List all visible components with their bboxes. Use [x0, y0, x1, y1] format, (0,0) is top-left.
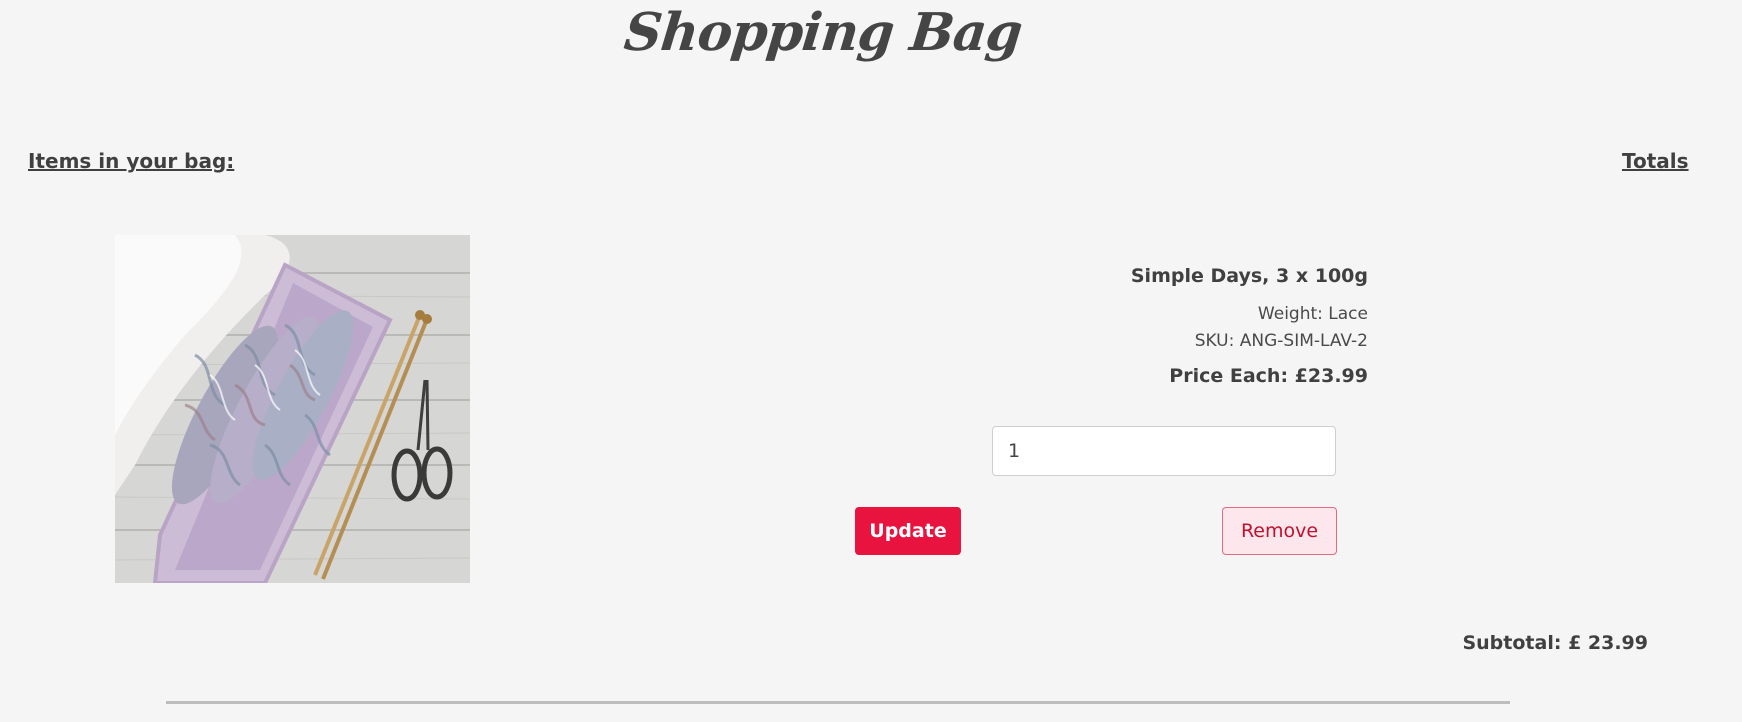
price-label: Price Each: — [1169, 365, 1289, 387]
page-title: Shopping Bag — [621, 2, 1025, 63]
weight-label: Weight: — [1257, 304, 1323, 324]
sku-value: ANG-SIM-LAV-2 — [1239, 331, 1368, 351]
shopping-bag-page: Shopping Bag Items in your bag: Totals S… — [0, 0, 1742, 722]
product-price: Price Each: £23.99 — [960, 365, 1368, 387]
product-details: Simple Days, 3 x 100g Weight: Lace SKU: … — [960, 265, 1368, 387]
quantity-input[interactable] — [992, 426, 1336, 476]
subtotal-value: £ 23.99 — [1568, 632, 1648, 654]
totals-heading: Totals — [1622, 149, 1689, 173]
product-sku: SKU: ANG-SIM-LAV-2 — [960, 328, 1368, 355]
divider — [166, 701, 1510, 704]
sku-label: SKU: — [1194, 331, 1235, 351]
subtotal: Subtotal: £ 23.99 — [1400, 632, 1648, 654]
update-button[interactable]: Update — [855, 507, 961, 555]
product-weight: Weight: Lace — [960, 301, 1368, 328]
subtotal-label: Subtotal: — [1462, 632, 1562, 654]
items-heading: Items in your bag: — [28, 149, 235, 173]
yarn-skeins-photo-icon — [115, 235, 470, 583]
remove-button[interactable]: Remove — [1222, 507, 1337, 555]
product-image[interactable] — [115, 235, 470, 583]
product-name: Simple Days, 3 x 100g — [1130, 265, 1368, 287]
price-value: £23.99 — [1294, 365, 1368, 387]
weight-value: Lace — [1328, 304, 1368, 324]
